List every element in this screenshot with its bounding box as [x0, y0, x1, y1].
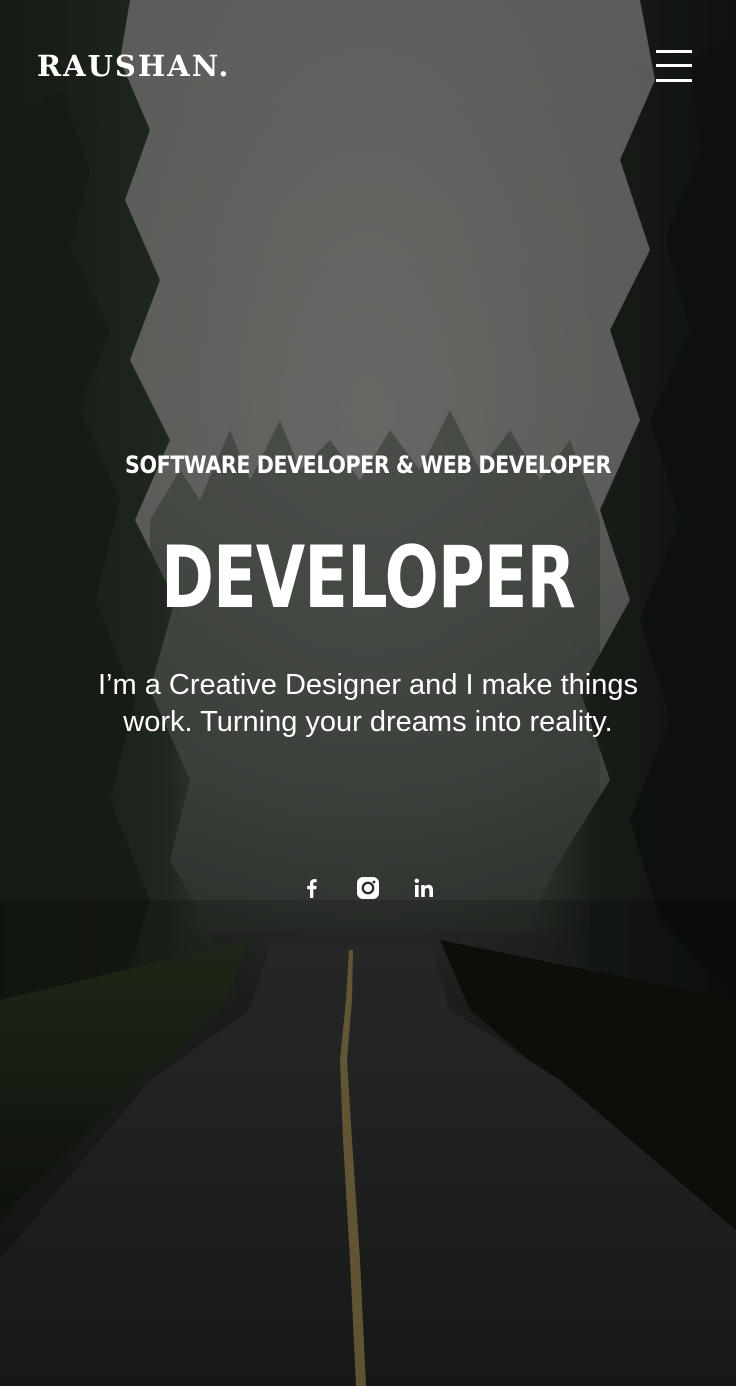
instagram-icon: [357, 877, 379, 899]
hamburger-menu-icon[interactable]: [654, 50, 694, 86]
social-links: [0, 872, 736, 904]
hero-title: DEVELOPER: [161, 528, 576, 628]
facebook-icon: [307, 879, 317, 898]
linkedin-link[interactable]: [410, 874, 438, 902]
linkedin-icon: [414, 878, 433, 897]
menu-line-middle: [656, 64, 692, 67]
hero-section: RAUSHAN. SOFTWARE DEVELOPER & WEB DEVELO…: [0, 0, 736, 1386]
site-header: RAUSHAN.: [0, 0, 736, 130]
site-logo[interactable]: RAUSHAN.: [37, 48, 230, 84]
instagram-link[interactable]: [354, 874, 382, 902]
hero-tagline: I’m a Creative Designer and I make thing…: [98, 669, 638, 738]
hero-subtitle: SOFTWARE DEVELOPER & WEB DEVELOPER: [125, 451, 611, 479]
menu-line-bottom: [656, 79, 692, 82]
facebook-link[interactable]: [298, 874, 326, 902]
menu-line-top: [656, 50, 692, 53]
